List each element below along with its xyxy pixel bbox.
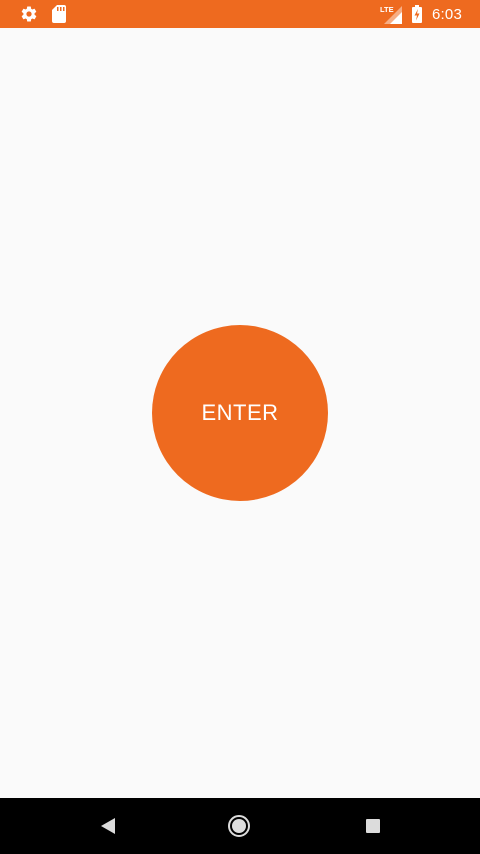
back-button[interactable] — [68, 798, 148, 854]
screen: LTE 6:03 ENTER — [0, 0, 480, 854]
status-bar-time: 6:03 — [432, 5, 462, 23]
status-bar: LTE 6:03 — [0, 0, 480, 28]
status-bar-left — [20, 4, 66, 24]
settings-icon — [20, 5, 38, 23]
enter-button[interactable]: ENTER — [152, 325, 328, 501]
home-icon — [227, 814, 251, 838]
lte-signal-icon: LTE — [380, 4, 402, 24]
home-button[interactable] — [199, 798, 279, 854]
battery-charging-icon — [412, 5, 422, 23]
back-icon — [100, 817, 116, 835]
recents-icon — [365, 818, 381, 834]
status-bar-right: LTE 6:03 — [380, 4, 462, 24]
main-content: ENTER — [0, 28, 480, 798]
recents-button[interactable] — [333, 798, 413, 854]
navigation-bar — [0, 798, 480, 854]
enter-button-label: ENTER — [201, 400, 279, 425]
sd-card-icon — [52, 5, 66, 23]
network-label: LTE — [380, 5, 394, 14]
